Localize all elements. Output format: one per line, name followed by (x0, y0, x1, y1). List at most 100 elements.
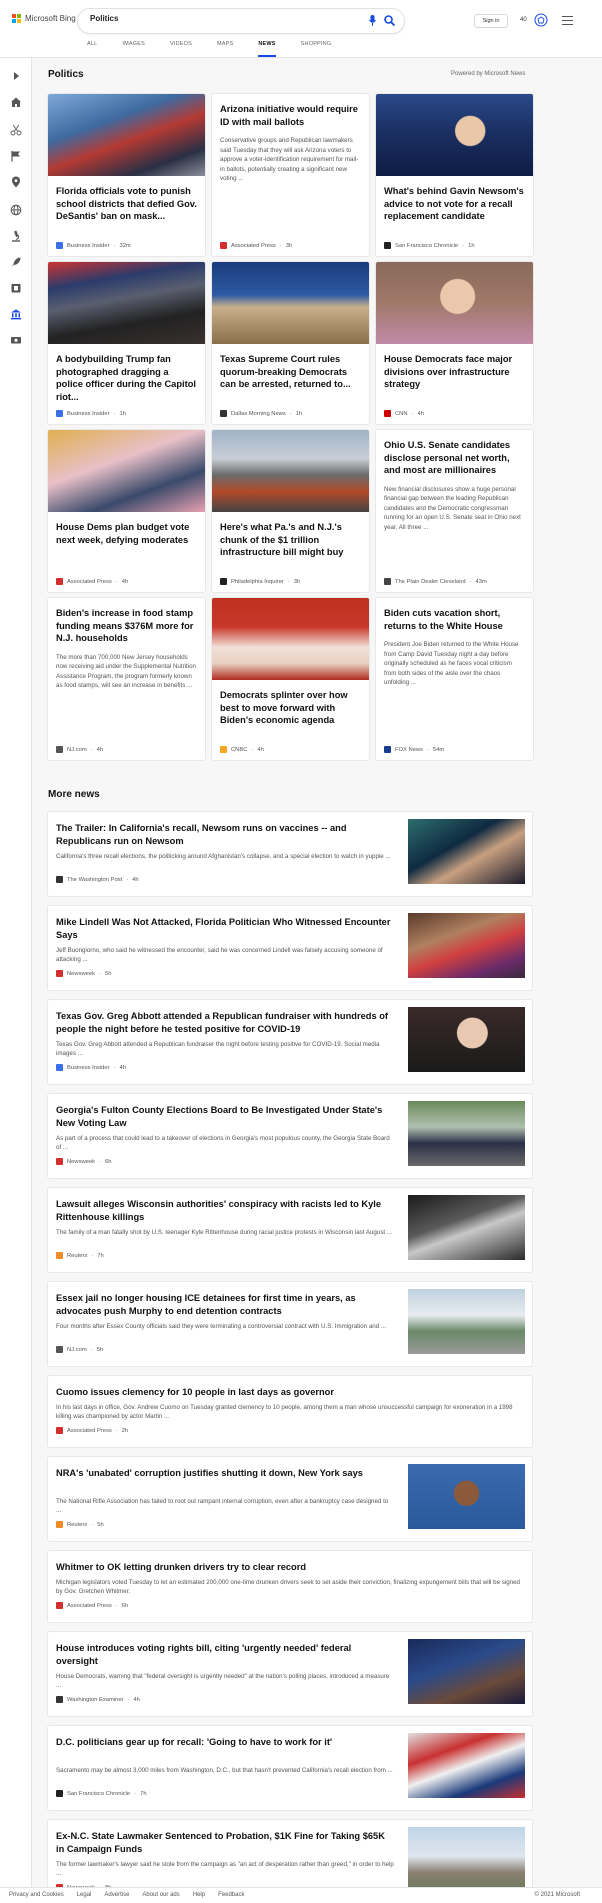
news-headline[interactable]: Georgia's Fulton County Elections Board … (56, 1104, 394, 1130)
news-card[interactable]: What's behind Gavin Newsom's advice to n… (376, 94, 533, 256)
flag-icon[interactable] (10, 150, 22, 162)
home-icon[interactable] (10, 96, 22, 108)
rewards-medal-icon[interactable] (534, 13, 548, 27)
news-thumbnail[interactable] (408, 1007, 525, 1072)
card-source[interactable]: CNBC · 4h (220, 746, 264, 753)
footer-link[interactable]: Legal (77, 1892, 92, 1898)
news-headline[interactable]: NRA's 'unabated' corruption justifies sh… (56, 1467, 394, 1480)
news-source[interactable]: Business Insider · 4h (56, 1064, 126, 1071)
expand-arrow-icon[interactable] (10, 70, 22, 82)
more-news-item[interactable]: House introduces voting rights bill, cit… (48, 1632, 532, 1716)
microscope-icon[interactable] (10, 230, 22, 242)
news-source[interactable]: Reuters · 7h (56, 1252, 104, 1259)
scope-tab-shopping[interactable]: SHOPPING (301, 41, 332, 56)
card-headline[interactable]: Biden's increase in food stamp funding m… (56, 607, 198, 645)
scope-tab-all[interactable]: ALL (87, 41, 97, 56)
news-headline[interactable]: Cuomo issues clemency for 10 people in l… (56, 1386, 522, 1399)
card-source[interactable]: Dallas Morning News · 1h (220, 410, 302, 417)
news-card[interactable]: Biden cuts vacation short, returns to th… (376, 598, 533, 760)
card-headline[interactable]: Here's what Pa.'s and N.J.'s chunk of th… (220, 521, 362, 559)
card-source[interactable]: Business Insider · 1h (56, 410, 126, 417)
news-source[interactable]: San Francisco Chronicle · 7h (56, 1790, 147, 1797)
news-thumbnail[interactable] (408, 1639, 525, 1704)
news-thumbnail[interactable] (408, 1289, 525, 1354)
card-source[interactable]: CNN · 4h (384, 410, 424, 417)
more-news-item[interactable]: Texas Gov. Greg Abbott attended a Republ… (48, 1000, 532, 1084)
news-thumbnail[interactable] (408, 819, 525, 884)
rocket-icon[interactable] (10, 256, 22, 268)
card-source[interactable]: The Plain Dealer Cleveland · 43m (384, 578, 487, 585)
news-source[interactable]: NJ.com · 5h (56, 1346, 103, 1353)
news-source[interactable]: Washington Examiner · 4h (56, 1696, 140, 1703)
card-source[interactable]: FOX News · 54m (384, 746, 444, 753)
news-headline[interactable]: House introduces voting rights bill, cit… (56, 1642, 394, 1668)
footer-link[interactable]: Advertise (104, 1892, 129, 1898)
film-icon[interactable] (10, 282, 22, 294)
footer-link[interactable]: Feedback (218, 1892, 244, 1898)
card-headline[interactable]: Texas Supreme Court rules quorum-breakin… (220, 353, 362, 391)
news-headline[interactable]: D.C. politicians gear up for recall: 'Go… (56, 1736, 394, 1749)
card-image[interactable] (376, 94, 533, 176)
globe-icon[interactable] (10, 204, 22, 216)
card-source[interactable]: Philadelphia Inquirer · 3h (220, 578, 300, 585)
news-card[interactable]: Biden's increase in food stamp funding m… (48, 598, 205, 760)
card-image[interactable] (212, 262, 369, 344)
footer-link[interactable]: Privacy and Cookies (9, 1892, 64, 1898)
news-card[interactable]: Texas Supreme Court rules quorum-breakin… (212, 262, 369, 424)
footer-link[interactable]: About our ads (142, 1892, 179, 1898)
card-headline[interactable]: Democrats splinter over how best to move… (220, 689, 362, 727)
bank-icon[interactable] (10, 308, 22, 320)
news-headline[interactable]: The Trailer: In California's recall, New… (56, 822, 394, 848)
card-source[interactable]: Business Insider · 32m (56, 242, 131, 249)
more-news-item[interactable]: Cuomo issues clemency for 10 people in l… (48, 1376, 532, 1447)
more-news-item[interactable]: Whitmer to OK letting drunken drivers tr… (48, 1551, 532, 1622)
news-thumbnail[interactable] (408, 1195, 525, 1260)
card-headline[interactable]: Biden cuts vacation short, returns to th… (384, 607, 526, 632)
news-thumbnail[interactable] (408, 1101, 525, 1166)
card-source[interactable]: NJ.com · 4h (56, 746, 103, 753)
news-card[interactable]: Ohio U.S. Senate candidates disclose per… (376, 430, 533, 592)
news-headline[interactable]: Texas Gov. Greg Abbott attended a Republ… (56, 1010, 394, 1036)
card-source[interactable]: Associated Press · 3h (220, 242, 292, 249)
footer-link[interactable]: Help (193, 1892, 205, 1898)
location-pin-icon[interactable] (10, 176, 22, 188)
bing-logo[interactable]: Microsoft Bing (12, 14, 76, 23)
search-icon[interactable] (384, 15, 395, 26)
news-headline[interactable]: Ex-N.C. State Lawmaker Sentenced to Prob… (56, 1830, 394, 1856)
news-headline[interactable]: Mike Lindell Was Not Attacked, Florida P… (56, 916, 394, 942)
microphone-icon[interactable] (369, 15, 376, 26)
card-headline[interactable]: Arizona initiative would require ID with… (220, 103, 362, 128)
card-headline[interactable]: What's behind Gavin Newsom's advice to n… (384, 185, 526, 223)
scope-tab-news[interactable]: NEWS (258, 41, 276, 57)
more-news-item[interactable]: Georgia's Fulton County Elections Board … (48, 1094, 532, 1178)
card-headline[interactable]: House Dems plan budget vote next week, d… (56, 521, 198, 546)
news-thumbnail[interactable] (408, 1827, 525, 1892)
news-card[interactable]: Arizona initiative would require ID with… (212, 94, 369, 256)
news-card[interactable]: A bodybuilding Trump fan photographed dr… (48, 262, 205, 424)
news-card[interactable]: Here's what Pa.'s and N.J.'s chunk of th… (212, 430, 369, 592)
news-source[interactable]: The Washington Post · 4h (56, 876, 139, 883)
more-news-item[interactable]: The Trailer: In California's recall, New… (48, 812, 532, 896)
card-image[interactable] (48, 94, 205, 176)
more-news-item[interactable]: D.C. politicians gear up for recall: 'Go… (48, 1726, 532, 1810)
sign-in-button[interactable]: Sign in (474, 14, 508, 28)
more-news-item[interactable]: Mike Lindell Was Not Attacked, Florida P… (48, 906, 532, 990)
scissors-icon[interactable] (10, 124, 22, 136)
more-news-item[interactable]: Lawsuit alleges Wisconsin authorities' c… (48, 1188, 532, 1272)
news-card[interactable]: Democrats splinter over how best to move… (212, 598, 369, 760)
news-headline[interactable]: Lawsuit alleges Wisconsin authorities' c… (56, 1198, 394, 1224)
money-icon[interactable] (10, 334, 22, 346)
news-card[interactable]: House Democrats face major divisions ove… (376, 262, 533, 424)
card-image[interactable] (376, 262, 533, 344)
card-image[interactable] (48, 262, 205, 344)
card-source[interactable]: Associated Press · 4h (56, 578, 128, 585)
card-headline[interactable]: Florida officials vote to punish school … (56, 185, 198, 223)
scope-tab-maps[interactable]: MAPS (217, 41, 233, 56)
news-thumbnail[interactable] (408, 1464, 525, 1529)
card-headline[interactable]: Ohio U.S. Senate candidates disclose per… (384, 439, 526, 477)
more-news-item[interactable]: NRA's 'unabated' corruption justifies sh… (48, 1457, 532, 1541)
news-thumbnail[interactable] (408, 913, 525, 978)
news-source[interactable]: Associated Press · 2h (56, 1427, 128, 1434)
news-card[interactable]: Florida officials vote to punish school … (48, 94, 205, 256)
card-source[interactable]: San Francisco Chronicle · 1h (384, 242, 475, 249)
